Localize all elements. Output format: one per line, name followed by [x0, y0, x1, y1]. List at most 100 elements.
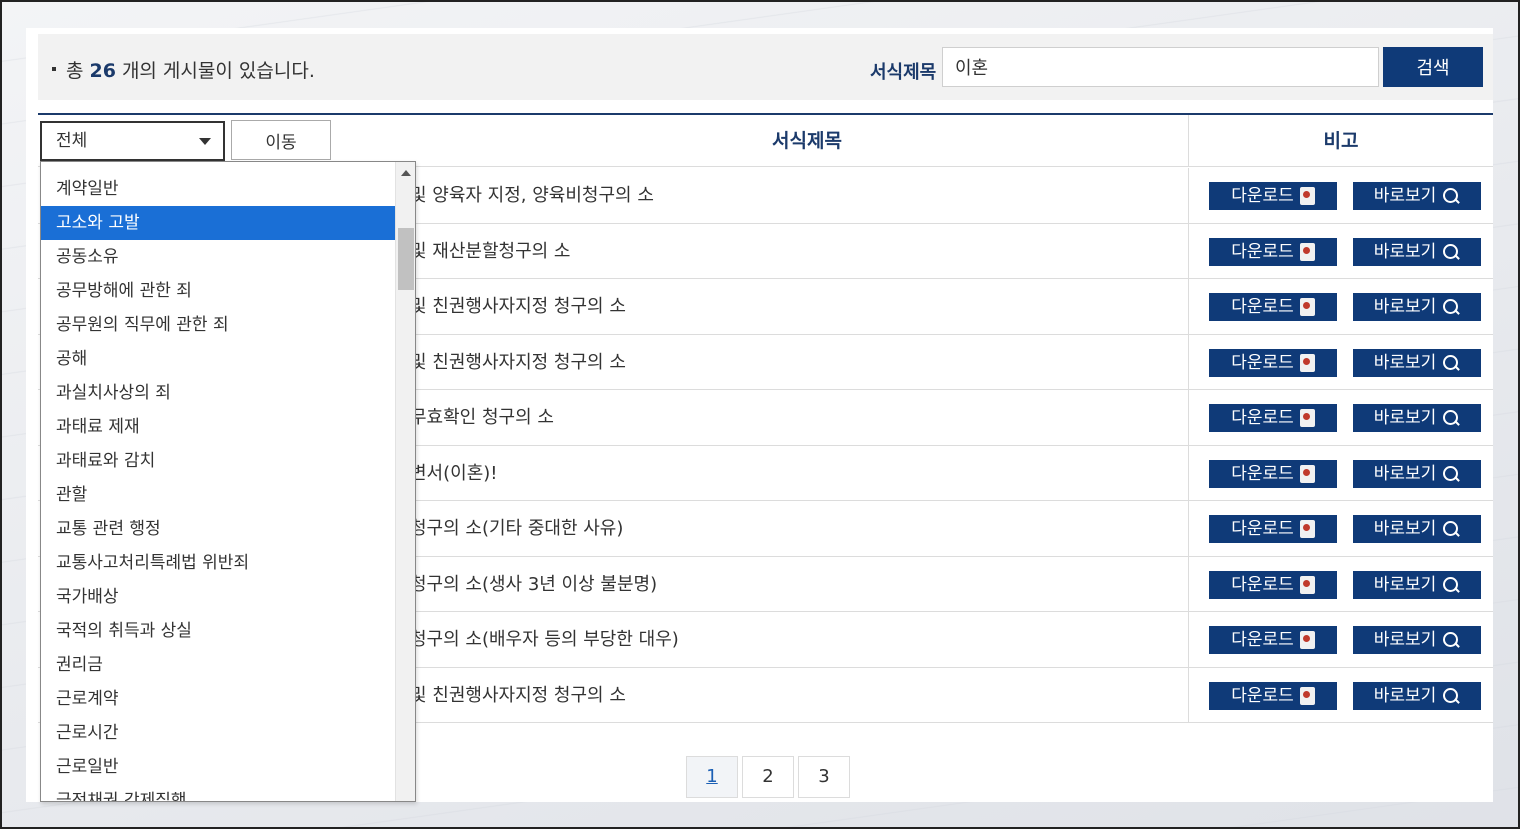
search-icon	[1442, 520, 1460, 538]
file-icon	[1299, 409, 1315, 427]
view-label: 바로보기	[1373, 352, 1437, 373]
download-button[interactable]: 다운로드	[1209, 348, 1337, 377]
search-icon	[1442, 298, 1460, 316]
row-title[interactable]: 및 친권행사자지정 청구의 소	[410, 279, 626, 334]
category-select-value: 전체	[56, 131, 88, 151]
search-icon	[1442, 631, 1460, 649]
view-button[interactable]: 바로보기	[1353, 348, 1481, 377]
view-button[interactable]: 바로보기	[1353, 293, 1481, 321]
view-button[interactable]: 바로보기	[1353, 681, 1481, 710]
search-icon	[1442, 354, 1460, 372]
download-label: 다운로드	[1231, 463, 1294, 484]
dropdown-option[interactable]: 권리금	[41, 648, 395, 682]
download-button[interactable]: 다운로드	[1209, 182, 1337, 210]
row-title[interactable]: 및 양육자 지정, 양육비청구의 소	[410, 168, 654, 223]
download-button[interactable]: 다운로드	[1209, 404, 1337, 432]
page-1-button[interactable]: 1	[686, 756, 738, 798]
view-button[interactable]: 바로보기	[1353, 570, 1481, 599]
dropdown-option[interactable]: 과태료 제재	[41, 410, 395, 444]
post-count-text: 총 26 개의 게시물이 있습니다.	[52, 56, 315, 83]
download-label: 다운로드	[1231, 408, 1294, 428]
file-icon	[1299, 520, 1315, 538]
view-label: 바로보기	[1373, 630, 1437, 650]
move-button[interactable]: 이동	[231, 120, 331, 160]
category-dropdown-list[interactable]: 계약일반 고소와 고발 공동소유 공무방해에 관한 죄 공무원의 직무에 관한 죄 공해 과…	[40, 161, 416, 802]
view-label: 바로보기	[1373, 519, 1437, 539]
search-input[interactable]	[942, 47, 1379, 87]
dropdown-scrollbar[interactable]	[395, 162, 415, 801]
scroll-up-arrow-icon[interactable]	[401, 170, 411, 176]
view-button[interactable]: 바로보기	[1353, 404, 1481, 432]
dropdown-option[interactable]: 관할	[41, 478, 395, 512]
view-button[interactable]: 바로보기	[1353, 237, 1481, 266]
dropdown-option[interactable]: 근로일반	[41, 750, 395, 784]
view-label: 바로보기	[1373, 463, 1437, 484]
dropdown-options: 계약일반 고소와 고발 공동소유 공무방해에 관한 죄 공무원의 직무에 관한 죄 공해 과…	[41, 172, 395, 801]
row-title[interactable]: 청구의 소(배우자 등의 부당한 대우)	[410, 612, 679, 667]
view-button[interactable]: 바로보기	[1353, 182, 1481, 210]
download-button[interactable]: 다운로드	[1209, 293, 1337, 321]
dropdown-option[interactable]: 계약일반	[41, 172, 395, 206]
row-actions: 다운로드 바로보기	[1188, 390, 1493, 445]
row-title[interactable]: 및 친권행사자지정 청구의 소	[410, 668, 626, 723]
row-title[interactable]: 변서(이혼)!	[410, 446, 498, 501]
scrollbar-thumb[interactable]	[398, 228, 414, 290]
download-label: 다운로드	[1231, 519, 1294, 539]
dropdown-option[interactable]: 공무방해에 관한 죄	[41, 274, 395, 308]
view-label: 바로보기	[1373, 297, 1437, 317]
row-actions: 다운로드 바로보기	[1188, 334, 1493, 390]
post-count: 26	[89, 60, 116, 82]
row-title[interactable]: 청구의 소(기타 중대한 사유)	[410, 501, 623, 556]
row-title[interactable]: 및 재산분할청구의 소	[410, 224, 570, 279]
count-suffix: 개의 게시물이 있습니다.	[121, 60, 315, 82]
file-icon	[1299, 353, 1315, 372]
download-button[interactable]: 다운로드	[1209, 459, 1337, 488]
search-icon	[1442, 187, 1460, 205]
category-select[interactable]: 전체	[40, 121, 225, 161]
dropdown-option[interactable]: 국가배상	[41, 580, 395, 614]
download-button[interactable]: 다운로드	[1209, 681, 1337, 710]
dropdown-option[interactable]: 교통 관련 행정	[41, 512, 395, 546]
dropdown-option[interactable]: 공해	[41, 342, 395, 376]
row-title[interactable]: 청구의 소(생사 3년 이상 불분명)	[410, 557, 657, 612]
download-label: 다운로드	[1231, 685, 1294, 706]
search-button[interactable]: 검색	[1383, 47, 1483, 87]
view-label: 바로보기	[1373, 241, 1437, 262]
dropdown-option[interactable]: 공동소유	[41, 240, 395, 274]
view-button[interactable]: 바로보기	[1353, 515, 1481, 543]
row-title[interactable]: 무효확인 청구의 소	[410, 390, 554, 445]
row-title[interactable]: 및 친권행사자지정 청구의 소	[410, 335, 626, 390]
dropdown-option[interactable]: 과태료와 감치	[41, 444, 395, 478]
file-icon	[1299, 631, 1315, 649]
download-button[interactable]: 다운로드	[1209, 570, 1337, 599]
dropdown-option[interactable]: 금전채권 강제집행	[41, 784, 395, 801]
page-2-button[interactable]: 2	[742, 756, 794, 798]
dropdown-option[interactable]: 고소와 고발	[41, 206, 395, 240]
download-button[interactable]: 다운로드	[1209, 237, 1337, 266]
row-actions: 다운로드 바로보기	[1188, 667, 1493, 723]
download-label: 다운로드	[1231, 574, 1294, 595]
view-label: 바로보기	[1373, 574, 1437, 595]
page-3-button[interactable]: 3	[798, 756, 850, 798]
view-label: 바로보기	[1373, 685, 1437, 706]
dropdown-option[interactable]: 국적의 취득과 상실	[41, 614, 395, 648]
search-icon	[1442, 687, 1460, 705]
row-actions: 다운로드 바로보기	[1188, 556, 1493, 612]
view-label: 바로보기	[1373, 408, 1437, 428]
count-prefix: 총	[66, 60, 84, 82]
pagination: 123	[686, 756, 850, 798]
dropdown-option[interactable]: 근로시간	[41, 716, 395, 750]
bullet-icon	[52, 67, 56, 71]
file-icon	[1299, 575, 1315, 594]
dropdown-option[interactable]: 공무원의 직무에 관한 죄	[41, 308, 395, 342]
dropdown-option[interactable]: 과실치사상의 죄	[41, 376, 395, 410]
download-label: 다운로드	[1231, 297, 1294, 317]
view-button[interactable]: 바로보기	[1353, 459, 1481, 488]
dropdown-option[interactable]: 교통사고처리특례법 위반죄	[41, 546, 395, 580]
search-icon	[1442, 409, 1460, 427]
download-button[interactable]: 다운로드	[1209, 515, 1337, 543]
download-button[interactable]: 다운로드	[1209, 626, 1337, 654]
view-button[interactable]: 바로보기	[1353, 626, 1481, 654]
search-label: 서식제목	[870, 62, 937, 83]
dropdown-option[interactable]: 근로계약	[41, 682, 395, 716]
